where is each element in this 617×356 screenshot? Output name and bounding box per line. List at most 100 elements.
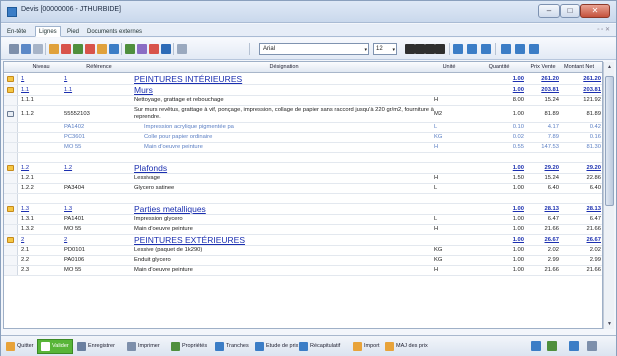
section-row[interactable]: 2 2 PEINTURES EXTÉRIEURES 1.00 26.67 26.67 [4, 235, 602, 246]
header-designation[interactable]: Désignation [134, 63, 434, 72]
align-right-icon[interactable] [481, 44, 491, 54]
table-row[interactable]: 2.1 PD0101 Lessive (paquet de 1k290) KG 1.00… [4, 246, 602, 256]
toolbar-separator [45, 43, 46, 55]
copy-icon[interactable] [21, 44, 31, 54]
level-down-icon[interactable] [137, 44, 147, 54]
sync-icon[interactable] [531, 341, 541, 351]
align-center-icon[interactable] [467, 44, 477, 54]
close-button[interactable]: ✕ [580, 4, 610, 18]
underline-icon[interactable] [425, 44, 435, 54]
cell-quantite: 1.00 [512, 185, 524, 192]
export-icon[interactable] [547, 341, 557, 351]
tab-entete[interactable]: En-tête [3, 26, 30, 37]
section-row[interactable]: 1.1 1.1 Murs 1.00 203.81 203.81 [4, 85, 602, 96]
cell-reference: PA0106 [64, 257, 85, 264]
table-row[interactable] [4, 153, 602, 163]
insert-article-icon[interactable] [73, 44, 83, 54]
header-unite[interactable]: Unité [434, 63, 464, 72]
toolbar-separator [249, 43, 250, 55]
search-icon[interactable] [109, 44, 119, 54]
maximize-button[interactable]: □ [560, 4, 580, 18]
bold-icon[interactable] [405, 44, 415, 54]
tab-window-controls[interactable]: ▫ ▫ ✕ [597, 26, 610, 33]
section-row[interactable]: 1 1 PEINTURES INTÉRIEURES 1.00 261.20 261.20 [4, 74, 602, 85]
cell-unite: H [434, 226, 439, 233]
outdent-icon[interactable] [529, 44, 539, 54]
cell-montant-net: 6.47 [589, 216, 601, 223]
cell-niveau: 1.2 [21, 164, 30, 171]
cell-montant-net: 6.40 [589, 185, 601, 192]
strike-icon[interactable] [435, 44, 445, 54]
tab-lignes[interactable]: Lignes [35, 26, 61, 37]
cut-icon[interactable] [9, 44, 19, 54]
undo-icon[interactable] [177, 44, 187, 54]
table-row[interactable]: 2.3 MO 55 Main d'oeuvre peinture H 1.00 21.66… [4, 266, 602, 276]
scroll-up-icon[interactable]: ▲ [604, 62, 615, 72]
header-niveau[interactable]: Niveau [21, 63, 61, 72]
quit-button[interactable]: Quitter [6, 339, 34, 354]
bullets-icon[interactable] [501, 44, 511, 54]
cell-unite: H [434, 144, 439, 151]
font-select[interactable]: Arial ▾ [259, 43, 369, 55]
table-row[interactable]: 1.1.2 55552103 Sur murs revêtus, grattage … [4, 106, 602, 123]
scroll-thumb[interactable] [605, 76, 614, 206]
header-quantite[interactable]: Quantité [474, 63, 524, 72]
table-row[interactable]: 1.2.1 Lessivage H 1.50 15.24 22.86 [4, 174, 602, 184]
cell-reference: PA3404 [64, 185, 85, 192]
table-row[interactable]: MO 55 Main d'oeuvre peinture H 0.55 147.53 81… [4, 143, 602, 153]
save-icon[interactable] [161, 44, 171, 54]
table-row[interactable]: 1.3.2 MO 55 Main d'oeuvre peinture H 1.00 21.… [4, 225, 602, 235]
row-selector [4, 235, 18, 245]
insert-text-icon[interactable] [85, 44, 95, 54]
grid-view-icon[interactable] [587, 341, 597, 351]
row-selector [4, 256, 18, 265]
table-row[interactable]: 2.2 PA0106 Enduit glycero KG 1.00 2.99 2.99 [4, 256, 602, 266]
price-update-button[interactable]: MAJ des prix [385, 339, 428, 354]
import-button[interactable]: Import [353, 339, 380, 354]
table-row[interactable]: 1.2.2 PA3404 Glycero satinee L 1.00 6.40 6.40 [4, 184, 602, 194]
row-selector [4, 266, 18, 275]
italic-icon[interactable] [415, 44, 425, 54]
header-montant-net[interactable]: Montant Net [557, 63, 601, 72]
cell-montant-net: 28.13 [586, 205, 601, 212]
save-button[interactable]: Enregistrer [77, 339, 115, 354]
table-row[interactable]: 1.3.1 PA1401 Impression glycero L 1.00 6.47 6.… [4, 215, 602, 225]
cell-designation: Sur murs revêtus, grattage à vif, ponçag… [134, 107, 434, 120]
cell-designation: Main d'oeuvre peinture [144, 144, 203, 151]
align-left-icon[interactable] [453, 44, 463, 54]
title-bar: Devis [00000006 - JTHURBIDE] ‒ □ ✕ [1, 1, 616, 23]
scroll-down-icon[interactable]: ▼ [604, 319, 615, 329]
table-row[interactable]: PC3601 Colle pour papier ordinaire KG 0.02 7… [4, 133, 602, 143]
move-icon[interactable] [97, 44, 107, 54]
font-size-select[interactable]: 12 ▾ [373, 43, 397, 55]
recap-button[interactable]: Récapitulatif [299, 339, 340, 354]
validate-button[interactable]: Valider [37, 339, 73, 354]
print-button[interactable]: Imprimer [127, 339, 160, 354]
vertical-scrollbar[interactable]: ▲ ▼ [603, 62, 614, 329]
level-up-icon[interactable] [125, 44, 135, 54]
insert-line-icon[interactable] [49, 44, 59, 54]
properties-button[interactable]: Propriétés [171, 339, 207, 354]
table-row[interactable]: 1.1.1 Nettoyage, grattage et rebouchage H 8… [4, 96, 602, 106]
cell-unite: KG [434, 257, 443, 264]
tab-documents-externes[interactable]: Documents externes [83, 26, 146, 37]
header-reference[interactable]: Référence [64, 63, 134, 72]
minimize-button[interactable]: ‒ [538, 4, 560, 18]
indent-icon[interactable] [515, 44, 525, 54]
section-row[interactable]: 1.3 1.3 Parties metalliques 1.00 28.13 28.13 [4, 204, 602, 215]
section-row[interactable]: 1.2 1.2 Plafonds 1.00 29.20 29.20 [4, 163, 602, 174]
calculator-icon[interactable] [569, 341, 579, 351]
tranches-button[interactable]: Tranches [215, 339, 249, 354]
table-row[interactable]: PA1402 Impression acrylique pigmentée pa L… [4, 123, 602, 133]
price-study-button[interactable]: Etude de prix [255, 339, 298, 354]
calc-icon[interactable] [149, 44, 159, 54]
cell-designation: Plafonds [134, 163, 168, 173]
insert-section-icon[interactable] [61, 44, 71, 54]
cell-niveau [21, 133, 61, 142]
cell-reference: 55552103 [64, 110, 90, 117]
cell-unite: L [434, 216, 438, 223]
table-row[interactable] [4, 194, 602, 204]
tranches-icon [215, 342, 224, 351]
tab-pied[interactable]: Pied [63, 26, 83, 37]
paste-icon[interactable] [33, 44, 43, 54]
